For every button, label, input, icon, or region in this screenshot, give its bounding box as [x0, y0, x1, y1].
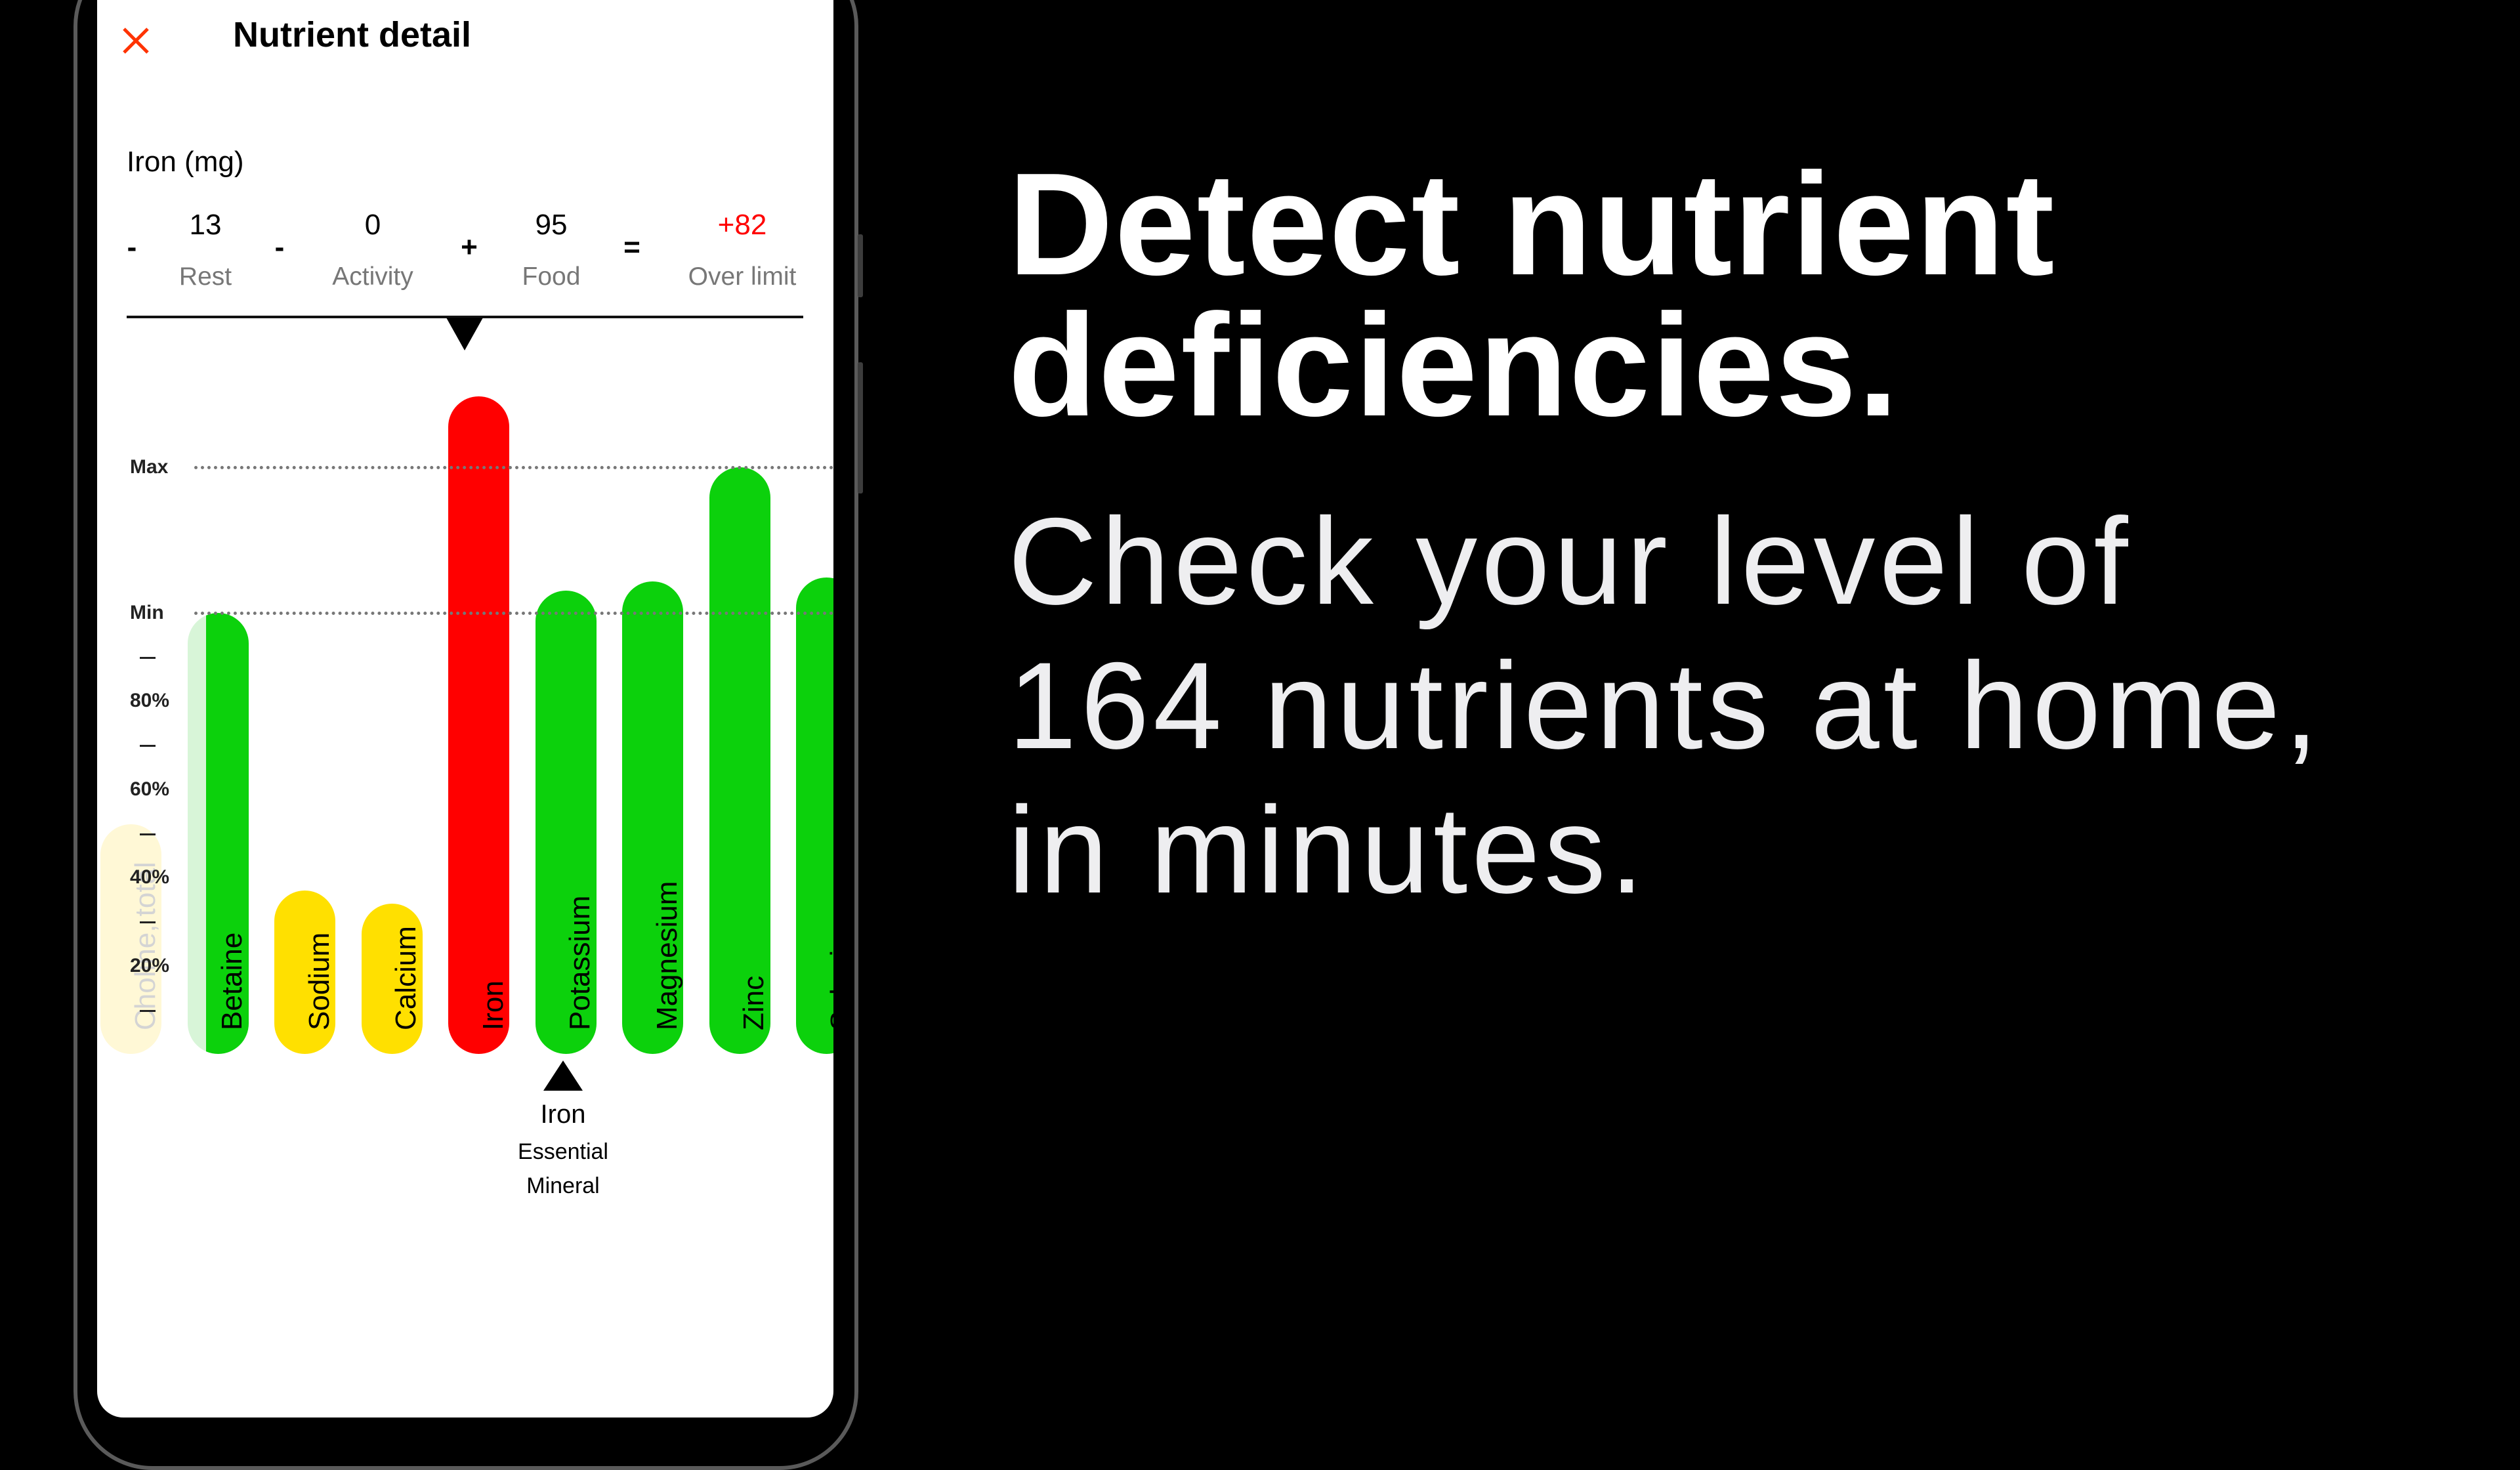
bar-magnesium[interactable]: Magnesium — [622, 581, 683, 1054]
phone-side-button — [858, 234, 863, 297]
plus-operator: + — [461, 231, 478, 263]
y-tick-label: 80% — [130, 690, 170, 711]
rest-value: 13 — [189, 209, 222, 241]
bar-sodium[interactable]: Sodium — [274, 891, 335, 1054]
over-limit-label: Over limit — [688, 262, 797, 291]
bar-label: Potassium — [564, 895, 596, 1030]
over-limit-value: +82 — [717, 209, 767, 241]
bar-label: Selenium — [824, 910, 834, 1030]
bar-potassium[interactable]: Potassium — [535, 590, 597, 1054]
subtext-line: 164 nutrients at home, — [1008, 637, 2322, 774]
bar-label: Betaine — [216, 932, 248, 1030]
food-label: Food — [522, 262, 581, 291]
bar-label: Magnesium — [650, 881, 683, 1030]
food-value: 95 — [535, 209, 568, 241]
selected-pointer-up-icon — [543, 1060, 583, 1091]
phone-side-button — [858, 362, 863, 494]
page-title: Nutrient detail — [233, 15, 472, 54]
y-tick-label: 60% — [130, 778, 170, 800]
selected-nutrient-name: Iron — [540, 1100, 586, 1129]
headline-line: deficiencies. — [1008, 284, 1900, 447]
headline-line: Detect nutrient — [1008, 143, 2056, 306]
bar-betaine[interactable]: Betaine — [187, 612, 249, 1054]
y-minor-tick — [140, 1009, 156, 1012]
y-minor-tick — [140, 833, 156, 835]
y-minor-tick — [140, 656, 156, 659]
ref-label-max: Max — [130, 455, 169, 478]
activity-label: Activity — [332, 262, 413, 291]
bar-iron[interactable]: Iron — [448, 396, 509, 1054]
selected-category-line2: Mineral — [526, 1173, 600, 1198]
bar-choline-total[interactable]: Choline, total — [100, 824, 161, 1054]
ref-line-min — [194, 611, 833, 615]
bar-calcium[interactable]: Calcium — [361, 904, 423, 1054]
bar-selenium[interactable]: Selenium — [796, 577, 834, 1054]
subtext-line: Check your level of — [1008, 492, 2132, 630]
promo-headline: Detect nutrient deficiencies. — [1008, 143, 2056, 447]
promo-subtext: Check your level of 164 nutrients at hom… — [1008, 489, 2322, 922]
pointer-down-icon — [446, 318, 483, 350]
activity-value: 0 — [364, 209, 381, 241]
close-icon[interactable] — [121, 26, 150, 55]
rest-label: Rest — [178, 262, 232, 291]
minus-operator: - — [127, 231, 137, 263]
bar-zinc[interactable]: Zinc — [709, 467, 770, 1054]
bar-label: Calcium — [390, 926, 422, 1030]
equals-operator: = — [623, 231, 640, 263]
ref-label-min: Min — [130, 601, 164, 623]
y-minor-tick — [140, 921, 156, 924]
y-tick-label: 20% — [130, 954, 170, 976]
y-minor-tick — [140, 745, 156, 747]
y-tick-label: 40% — [130, 866, 170, 888]
subtext-line: in minutes. — [1008, 781, 1648, 919]
bar-label: Iron — [476, 980, 509, 1030]
bar-label: Sodium — [303, 932, 335, 1030]
phone-screen: Nutrient detail Iron (mg) - 13 Rest - 0 … — [97, 0, 833, 1418]
nutrient-name: Iron (mg) — [127, 146, 244, 178]
bar-label: Zinc — [738, 975, 770, 1030]
selected-category-line1: Essential — [518, 1139, 608, 1164]
minus-operator: - — [274, 231, 285, 263]
ref-line-max — [194, 465, 833, 469]
